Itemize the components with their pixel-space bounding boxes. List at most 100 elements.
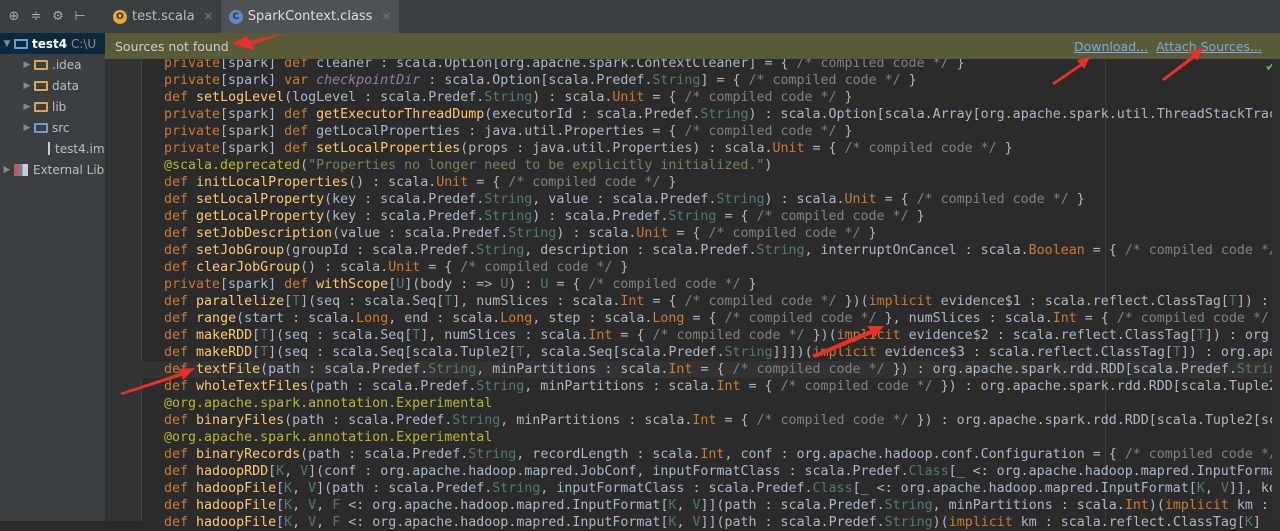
code-line[interactable]: def hadoopFile[K, V, F <: org.apache.had… bbox=[164, 514, 1280, 531]
tree-item-external-libraries[interactable]: ▶ External Lib bbox=[0, 159, 105, 180]
tree-item-lib[interactable]: ▶ lib bbox=[0, 96, 105, 117]
code-line[interactable]: def parallelize[T](seq : scala.Seq[T], n… bbox=[164, 293, 1280, 310]
code-token: ](seq : scala. bbox=[300, 294, 413, 309]
chevron-right-icon[interactable]: ▶ bbox=[20, 123, 34, 133]
code-token: Tuple2 bbox=[1204, 413, 1253, 428]
hide-icon[interactable]: ⊢ bbox=[71, 9, 89, 24]
code-token: = { bbox=[644, 294, 685, 309]
code-token: (groupId : scala.Predef. bbox=[284, 243, 477, 258]
code-token: implicit bbox=[1164, 498, 1229, 513]
code-line[interactable]: def getLocalProperty(key : scala.Predef.… bbox=[164, 208, 1280, 225]
code-token: hadoopFile bbox=[196, 498, 277, 513]
code-line[interactable]: def textFile(path : scala.Predef.String,… bbox=[164, 361, 1280, 378]
code-line[interactable]: def wholeTextFiles(path : scala.Predef.S… bbox=[164, 378, 1280, 395]
code-line[interactable]: private[spark] def withScope[U](body : =… bbox=[164, 276, 1280, 293]
code-token: , bbox=[676, 498, 693, 513]
code-token: , end : scala. bbox=[388, 311, 501, 326]
code-line[interactable]: def clearJobGroup() : scala.Unit = { /* … bbox=[164, 259, 1280, 276]
code-token: /* compiled code */ bbox=[460, 260, 613, 275]
code-line[interactable]: def hadoopFile[K, V](path : scala.Predef… bbox=[164, 480, 1280, 497]
tree-item-label: lib bbox=[52, 99, 67, 114]
code-line[interactable]: def binaryRecords(path : scala.Predef.St… bbox=[164, 446, 1280, 463]
tab-sparkcontext-class[interactable]: C SparkContext.class ✕ bbox=[220, 0, 399, 33]
code-token: [ bbox=[276, 481, 285, 496]
chevron-right-icon[interactable]: ▶ bbox=[20, 60, 34, 70]
code-token: , description : scala.Predef. bbox=[524, 243, 757, 258]
code-token: })( bbox=[804, 328, 837, 343]
code-line[interactable]: def binaryFiles(path : scala.Predef.Stri… bbox=[164, 412, 1280, 429]
code-line[interactable]: def setLocalProperty(key : scala.Predef.… bbox=[164, 191, 1280, 208]
code-token: [spark] bbox=[220, 73, 285, 88]
code-line[interactable]: private[spark] def setLocalProperties(pr… bbox=[164, 140, 1280, 157]
code-token: )( bbox=[1148, 498, 1165, 513]
tree-item-src[interactable]: ▶ src bbox=[0, 117, 105, 138]
code-token: [_ <: org.apache.hadoop.mapred.InputForm… bbox=[948, 464, 1280, 479]
source-folder-icon bbox=[34, 122, 48, 133]
code-line[interactable]: @org.apache.spark.annotation.Experimenta… bbox=[164, 395, 1280, 412]
code-token: (path : scala.Predef. bbox=[308, 379, 477, 394]
code-token: = { bbox=[804, 141, 845, 156]
code-token: = { bbox=[644, 90, 685, 105]
code-token: String bbox=[884, 515, 933, 530]
code-token: Option bbox=[828, 107, 877, 122]
code-line[interactable]: @scala.deprecated("Properties no longer … bbox=[164, 157, 1280, 174]
code-line[interactable]: @org.apache.spark.annotation.Experimenta… bbox=[164, 429, 1280, 446]
code-line[interactable]: def makeRDD[T](seq : scala.Seq[scala.Tup… bbox=[164, 344, 1280, 361]
code-token: Long bbox=[356, 311, 389, 326]
code-token: }) : org.apache.spark.rdd. bbox=[932, 379, 1149, 394]
code-token: ) : scala. bbox=[556, 226, 637, 241]
gear-icon[interactable]: ⚙ bbox=[49, 9, 67, 24]
code-token: implicit bbox=[836, 328, 901, 343]
download-link[interactable]: Download... bbox=[1074, 39, 1148, 54]
close-icon[interactable]: ✕ bbox=[204, 10, 213, 23]
code-token: ClassTag bbox=[1172, 515, 1237, 530]
code-token: , minPartitions : scala. bbox=[476, 362, 669, 377]
code-token: , scala. bbox=[524, 345, 589, 360]
chevron-down-icon[interactable]: ▼ bbox=[0, 39, 14, 49]
tree-item-data[interactable]: ▶ data bbox=[0, 75, 105, 96]
code-token: }) : org.apache.spark.rdd. bbox=[884, 362, 1101, 377]
code-token: (logLevel : scala.Predef. bbox=[284, 90, 485, 105]
code-token: String bbox=[428, 362, 477, 377]
code-line[interactable]: private[spark] def getLocalProperties : … bbox=[164, 123, 1280, 140]
banner-message: Sources not found bbox=[115, 38, 229, 54]
attach-sources-link[interactable]: Attach Sources... bbox=[1156, 39, 1262, 54]
code-token: ]) : org.apac bbox=[1180, 345, 1280, 360]
code-line[interactable]: def setJobGroup(groupId : scala.Predef.S… bbox=[164, 242, 1280, 259]
chevron-right-icon[interactable]: ▶ bbox=[20, 81, 34, 91]
vertical-scrollbar[interactable] bbox=[1272, 59, 1280, 521]
code-line[interactable]: private[spark] var checkpointDir : scala… bbox=[164, 72, 1280, 89]
tree-item-iml[interactable]: test4.iml bbox=[0, 138, 105, 159]
code-line[interactable]: def range(start : scala.Long, end : scal… bbox=[164, 310, 1280, 327]
code-token: Unit bbox=[636, 226, 669, 241]
code-token: Array bbox=[932, 107, 973, 122]
code-token: } bbox=[1068, 192, 1085, 207]
code-token: String bbox=[668, 209, 717, 224]
code-line[interactable]: def setJobDescription(value : scala.Pred… bbox=[164, 225, 1280, 242]
code-line[interactable]: private[spark] def getExecutorThreadDump… bbox=[164, 106, 1280, 123]
code-token: def bbox=[164, 515, 189, 530]
code-line[interactable]: def initLocalProperties() : scala.Unit =… bbox=[164, 174, 1280, 191]
tree-item-idea[interactable]: ▶ .idea bbox=[0, 54, 105, 75]
code-editor[interactable]: private[spark] def cleaner : scala.Optio… bbox=[164, 55, 1280, 531]
tree-item-test4[interactable]: ▼ test4 C:\U bbox=[0, 33, 105, 54]
code-line[interactable]: def hadoopRDD[K, V](conf : org.apache.ha… bbox=[164, 463, 1280, 480]
code-line[interactable]: def makeRDD[T](seq : scala.Seq[T], numSl… bbox=[164, 327, 1280, 344]
tab-test-scala[interactable]: O test.scala ✕ bbox=[105, 0, 221, 33]
chevron-right-icon[interactable]: ▶ bbox=[20, 102, 34, 112]
close-icon[interactable]: ✕ bbox=[381, 10, 390, 23]
code-token: ] = { bbox=[700, 73, 749, 88]
code-token: def bbox=[164, 498, 189, 513]
collapse-icon[interactable]: ≑ bbox=[27, 9, 45, 24]
code-token: String bbox=[756, 243, 805, 258]
target-icon[interactable]: ⊕ bbox=[5, 9, 23, 24]
code-token: def bbox=[284, 141, 309, 156]
code-line[interactable]: def hadoopFile[K, V, F <: org.apache.had… bbox=[164, 497, 1280, 514]
chevron-right-icon[interactable]: ▶ bbox=[0, 165, 14, 175]
code-line[interactable]: def setLogLevel(logLevel : scala.Predef.… bbox=[164, 89, 1280, 106]
code-token: K bbox=[1244, 515, 1253, 530]
